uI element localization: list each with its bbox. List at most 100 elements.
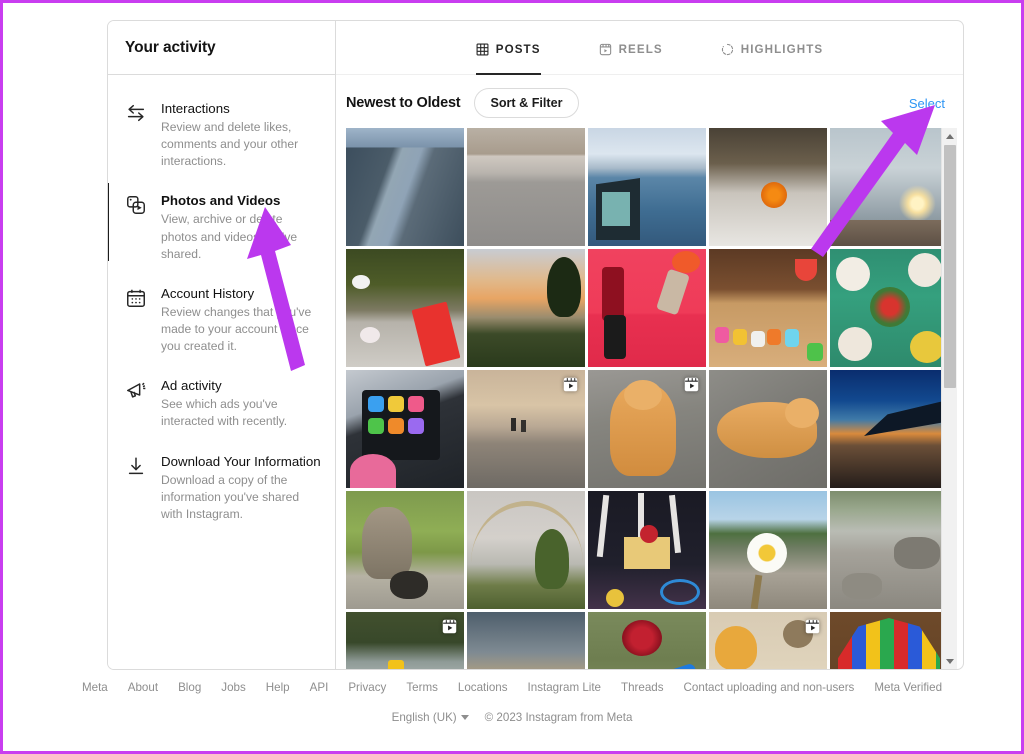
media-tile[interactable] [830, 249, 941, 367]
footer-link-locations[interactable]: Locations [458, 681, 508, 694]
chevron-down-icon [460, 715, 469, 720]
footer-links: Meta About Blog Jobs Help API Privacy Te… [3, 681, 1021, 694]
sidebar-item-title: Photos and Videos [161, 193, 281, 209]
thumbnail-image [467, 249, 585, 367]
sidebar-item-title: Account History [161, 285, 255, 301]
scrollbar-thumb[interactable] [944, 145, 956, 388]
media-tile[interactable] [346, 370, 464, 488]
megaphone-icon [125, 377, 147, 430]
media-tile[interactable] [467, 128, 585, 246]
thumbnail-image [830, 128, 941, 246]
footer-link-privacy[interactable]: Privacy [348, 681, 386, 694]
media-tile[interactable] [588, 128, 706, 246]
sort-and-filter-button[interactable]: Sort & Filter [474, 88, 579, 118]
sidebar-nav: Interactions Review and delete likes, co… [108, 75, 335, 534]
scroll-down-arrow[interactable] [942, 653, 958, 669]
thumbnail-image [467, 612, 585, 669]
footer-link-about[interactable]: About [128, 681, 158, 694]
sidebar-item-desc: Review changes that you've made to your … [161, 304, 312, 354]
footer-link-jobs[interactable]: Jobs [221, 681, 246, 694]
media-grid-area [336, 128, 963, 669]
select-button[interactable]: Select [909, 96, 945, 111]
video-play-icon [803, 617, 822, 636]
calendar-icon [125, 285, 147, 355]
sidebar-item-title: Download Your Information [161, 453, 321, 469]
media-tile[interactable] [467, 249, 585, 367]
thumbnail-image [467, 491, 585, 609]
media-tile[interactable] [467, 370, 585, 488]
footer-bottom: English (UK) © 2023 Instagram from Meta [3, 711, 1021, 724]
footer-link-help[interactable]: Help [266, 681, 290, 694]
sidebar-item-download-your-information[interactable]: Download Your Information Download a cop… [108, 442, 335, 534]
active-indicator [108, 183, 109, 262]
scroll-up-arrow[interactable] [942, 128, 958, 144]
thumbnail-image [346, 370, 464, 488]
media-tile[interactable] [830, 491, 941, 609]
media-tile[interactable] [467, 612, 585, 669]
footer-link-contact-uploading[interactable]: Contact uploading and non-users [684, 681, 855, 694]
reels-clapper-icon [599, 43, 612, 56]
sidebar-item-photos-and-videos[interactable]: Photos and Videos View, archive or delet… [108, 181, 335, 273]
media-tile[interactable] [467, 491, 585, 609]
thumbnail-image [830, 370, 941, 488]
media-tile[interactable] [709, 370, 827, 488]
media-tile[interactable] [588, 612, 706, 669]
tab-label: HIGHLIGHTS [740, 42, 824, 56]
thumbnail-image [467, 128, 585, 246]
footer-link-meta[interactable]: Meta [82, 681, 108, 694]
thumbnail-image [588, 491, 706, 609]
language-label: English (UK) [391, 711, 457, 724]
content-tabs: POSTS REELS HIGHLIGHTS [336, 21, 963, 75]
sort-bar: Newest to Oldest Sort & Filter Select [336, 75, 963, 128]
sidebar-item-interactions[interactable]: Interactions Review and delete likes, co… [108, 89, 335, 181]
copyright-text: © 2023 Instagram from Meta [484, 711, 633, 724]
media-tile[interactable] [588, 370, 706, 488]
thumbnail-image [346, 249, 464, 367]
footer-link-threads[interactable]: Threads [621, 681, 664, 694]
tab-highlights[interactable]: HIGHLIGHTS [721, 21, 824, 75]
media-tile[interactable] [346, 249, 464, 367]
page-root: Your activity Interactions Review and de… [3, 3, 1021, 751]
media-tile[interactable] [830, 370, 941, 488]
media-tile[interactable] [588, 249, 706, 367]
sidebar-item-ad-activity[interactable]: Ad activity See which ads you've interac… [108, 366, 335, 441]
thumbnail-image [346, 491, 464, 609]
footer-link-terms[interactable]: Terms [406, 681, 438, 694]
media-grid-viewport [346, 128, 941, 669]
media-tile[interactable] [709, 249, 827, 367]
tab-label: REELS [618, 42, 663, 56]
sidebar-item-title: Interactions [161, 101, 230, 116]
footer-link-instagram-lite[interactable]: Instagram Lite [528, 681, 601, 694]
thumbnail-image [588, 249, 706, 367]
sort-order-title: Newest to Oldest [346, 95, 461, 111]
reels-clapper-icon [561, 375, 580, 394]
thumbnail-image [588, 128, 706, 246]
sidebar-item-desc: View, archive or delete photos and video… [161, 212, 298, 261]
footer-link-meta-verified[interactable]: Meta Verified [874, 681, 942, 694]
media-tile[interactable] [346, 128, 464, 246]
footer: Meta About Blog Jobs Help API Privacy Te… [3, 681, 1021, 724]
media-tile[interactable] [830, 128, 941, 246]
language-selector[interactable]: English (UK) [392, 711, 469, 724]
thumbnail-image [830, 612, 941, 669]
interactions-arrows-icon [125, 100, 147, 170]
media-tile[interactable] [830, 612, 941, 669]
media-tile[interactable] [346, 612, 464, 669]
sidebar-item-desc: See which ads you've interacted with rec… [161, 397, 288, 429]
media-tile[interactable] [709, 491, 827, 609]
sidebar-item-desc: Review and delete likes, comments and yo… [161, 119, 299, 169]
media-tile[interactable] [346, 491, 464, 609]
footer-link-api[interactable]: API [310, 681, 329, 694]
thumbnail-image [346, 128, 464, 246]
grid-icon [476, 43, 489, 56]
grid-scrollbar[interactable] [941, 128, 957, 669]
thumbnail-image [709, 491, 827, 609]
media-tile[interactable] [709, 612, 827, 669]
footer-link-blog[interactable]: Blog [178, 681, 201, 694]
tab-reels[interactable]: REELS [599, 21, 663, 75]
main-content: POSTS REELS HIGHLIGHTS Newest to Oldest … [336, 21, 963, 669]
tab-posts[interactable]: POSTS [475, 21, 541, 75]
media-tile[interactable] [588, 491, 706, 609]
media-tile[interactable] [709, 128, 827, 246]
sidebar-item-account-history[interactable]: Account History Review changes that you'… [108, 274, 335, 366]
